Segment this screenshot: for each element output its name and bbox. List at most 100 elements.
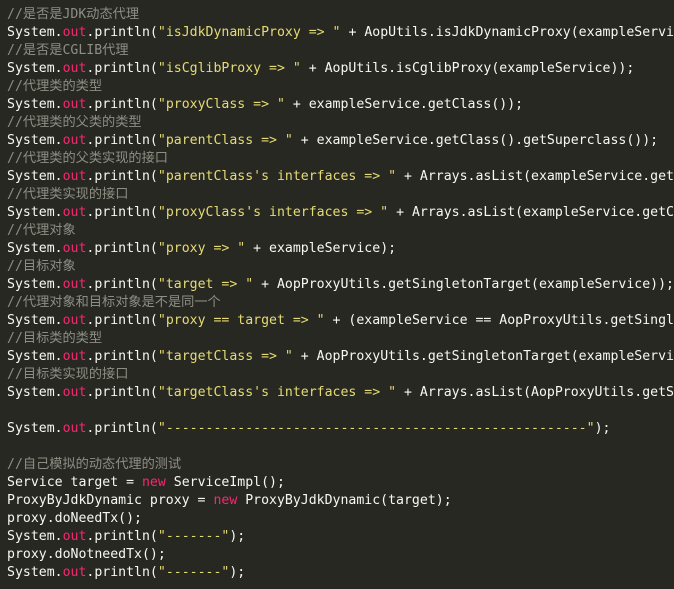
code-line: //是否是JDK动态代理 [0, 6, 674, 24]
code-line: //代理类的父类的类型 [0, 114, 674, 132]
code-string: "parentClass's interfaces => " [157, 169, 397, 184]
code-text: + Arrays.asList(AopProxyUtils.getS [396, 385, 674, 400]
code-keyword: out [62, 421, 87, 436]
code-line: System.out.println("parentClass's interf… [0, 168, 674, 186]
code-text: System. [7, 385, 63, 400]
code-text: + exampleService.getClass().getSuperclas… [292, 133, 659, 148]
code-string: "proxy => " [157, 241, 246, 256]
code-keyword: out [62, 25, 87, 40]
code-text: System. [7, 97, 63, 112]
code-string: "---------------------------------------… [157, 421, 595, 436]
code-string: "targetClass's interfaces => " [157, 385, 397, 400]
code-keyword: out [62, 277, 87, 292]
code-line: //代理类的类型 [0, 78, 674, 96]
code-text: Service target = [7, 475, 142, 490]
code-comment: //是否是JDK动态代理 [7, 7, 140, 22]
code-text: System. [7, 421, 63, 436]
code-keyword: out [62, 385, 87, 400]
code-keyword: out [62, 133, 87, 148]
code-line: //代理类的父类实现的接口 [0, 150, 674, 168]
code-text: + Arrays.asList(exampleService.getC [388, 205, 674, 220]
code-keyword: out [62, 529, 87, 544]
code-keyword: new [213, 493, 238, 508]
code-text: .println( [86, 421, 158, 436]
code-text: .println( [86, 277, 158, 292]
code-line: //自己模拟的动态代理的测试 [0, 456, 674, 474]
code-editor[interactable]: //是否是JDK动态代理 System.out.println("isJdkDyn… [0, 6, 674, 589]
code-keyword: out [62, 97, 87, 112]
code-string: "-------" [157, 529, 230, 544]
code-text: System. [7, 313, 63, 328]
code-comment: //自己模拟的动态代理的测试 [7, 457, 182, 472]
code-text: System. [7, 133, 63, 148]
code-line: System.out.println("target => " + AopPro… [0, 276, 674, 294]
code-string: "isJdkDynamicProxy => " [157, 25, 341, 40]
code-text: + exampleService); [245, 241, 397, 256]
code-line: proxy.doNotneedTx(); [0, 546, 674, 564]
code-line: System.out.println("isJdkDynamicProxy =>… [0, 24, 674, 42]
code-text: System. [7, 529, 63, 544]
code-line: //代理对象 [0, 222, 674, 240]
code-line: System.out.println("proxy == target => "… [0, 312, 674, 330]
code-text: .println( [86, 25, 158, 40]
code-text: .println( [86, 349, 158, 364]
code-line: System.out.println("proxy => " + example… [0, 240, 674, 258]
code-text: .println( [86, 133, 158, 148]
code-string: "target => " [157, 277, 254, 292]
code-text: System. [7, 61, 63, 76]
code-keyword: out [62, 61, 87, 76]
code-text: System. [7, 277, 63, 292]
code-comment: //目标类的类型 [7, 331, 103, 346]
code-text: + AopProxyUtils.getSingletonTarget(examp… [253, 277, 674, 292]
code-line: System.out.println("proxyClass => " + ex… [0, 96, 674, 114]
code-keyword: out [62, 565, 87, 580]
code-comment: //目标对象 [7, 259, 76, 274]
code-line: ProxyByJdkDynamic proxy = new ProxyByJdk… [0, 492, 674, 510]
code-line: //是否是CGLIB代理 [0, 42, 674, 60]
code-text: ); [594, 421, 611, 436]
code-line: //目标类实现的接口 [0, 366, 674, 384]
code-comment: //是否是CGLIB代理 [7, 43, 129, 58]
code-text: ServiceImpl(); [165, 475, 285, 490]
code-keyword: out [62, 313, 87, 328]
code-keyword: new [141, 475, 166, 490]
code-text: proxy.doNeedTx(); [7, 511, 142, 526]
code-string: "targetClass => " [157, 349, 293, 364]
code-string: "-------" [157, 565, 230, 580]
code-text: .println( [86, 565, 158, 580]
code-text: + (exampleService == AopProxyUtils.getSi… [324, 313, 674, 328]
code-line: proxy.doNeedTx(); [0, 510, 674, 528]
code-text: .println( [86, 313, 158, 328]
code-text: proxy.doNotneedTx(); [7, 547, 166, 562]
code-text: ); [229, 565, 246, 580]
code-line: System.out.println("-------"); [0, 528, 674, 546]
code-line: System.out.println("parentClass => " + e… [0, 132, 674, 150]
code-comment: //代理类的父类的类型 [7, 115, 142, 130]
code-line: Service target = new ServiceImpl(); [0, 474, 674, 492]
code-line: System.out.println("--------------------… [0, 420, 674, 438]
code-line: System.out.println("proxyClass's interfa… [0, 204, 674, 222]
code-text: ); [229, 529, 246, 544]
code-line: //代理对象和目标对象是不是同一个 [0, 294, 674, 312]
code-text: + AopUtils.isCglibProxy(exampleService))… [300, 61, 635, 76]
code-line: //目标对象 [0, 258, 674, 276]
code-text: .println( [86, 241, 158, 256]
code-comment: //代理对象 [7, 223, 76, 238]
code-string: "proxyClass's interfaces => " [157, 205, 389, 220]
code-text: .println( [86, 529, 158, 544]
code-keyword: out [62, 169, 87, 184]
code-line: //目标类的类型 [0, 330, 674, 348]
code-line: System.out.println("-------"); [0, 564, 674, 582]
code-keyword: out [62, 241, 87, 256]
code-string: "isCglibProxy => " [157, 61, 301, 76]
code-line: System.out.println("isCglibProxy => " + … [0, 60, 674, 78]
code-text: System. [7, 205, 63, 220]
code-keyword: out [62, 349, 87, 364]
code-text: .println( [86, 205, 158, 220]
code-string: "proxyClass => " [157, 97, 285, 112]
code-text: + AopUtils.isJdkDynamicProxy(exampleServ… [340, 25, 674, 40]
code-comment: //目标类实现的接口 [7, 367, 129, 382]
code-text: System. [7, 349, 63, 364]
